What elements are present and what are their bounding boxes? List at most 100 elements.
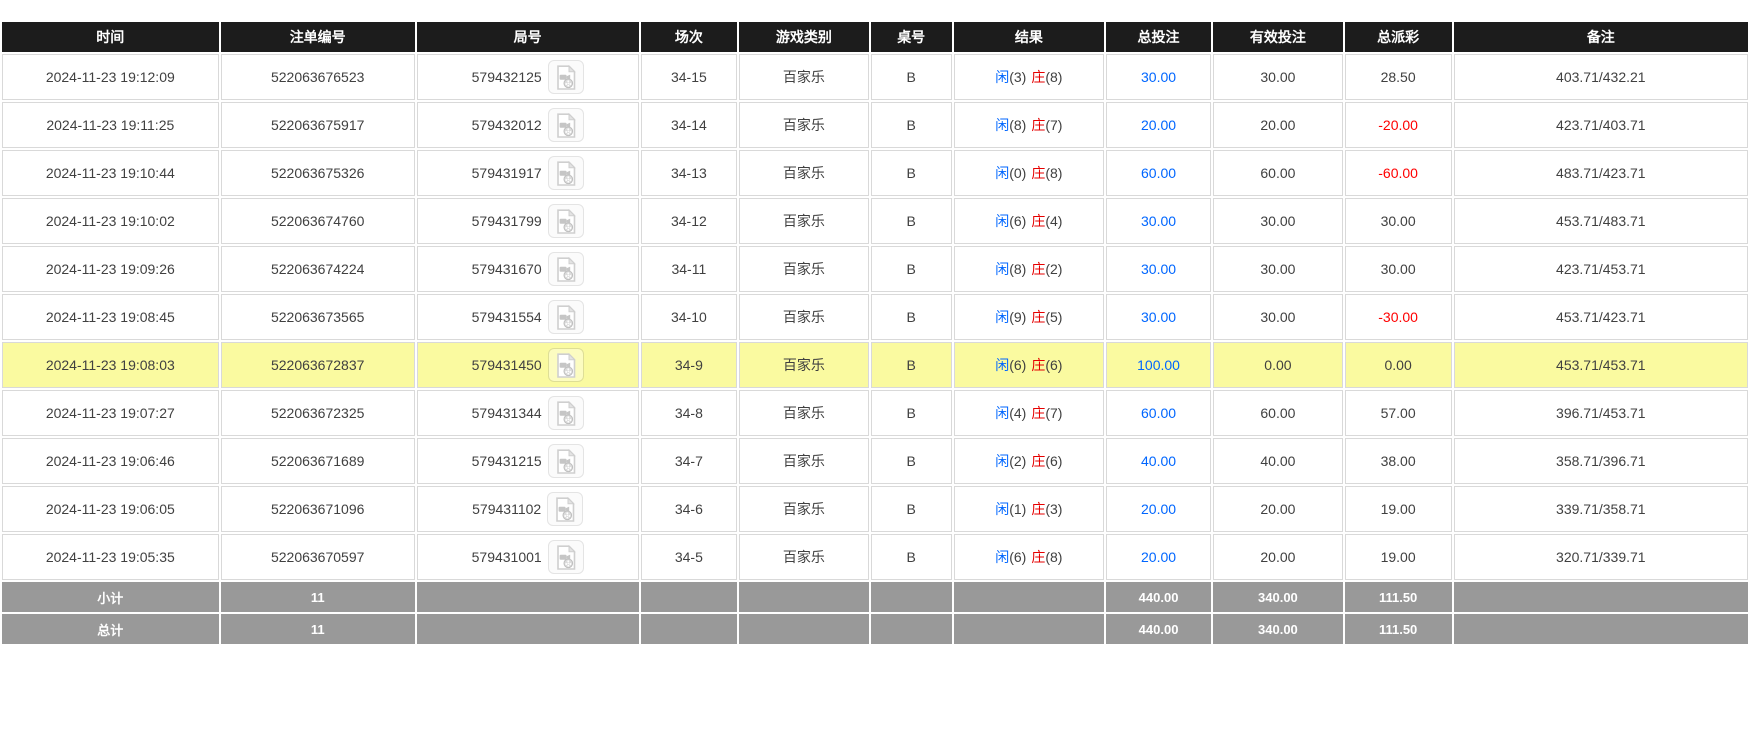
cell-remark: 423.71/453.71	[1453, 246, 1748, 292]
player-result-label: 闲	[995, 501, 1010, 517]
video-replay-button[interactable]	[547, 444, 584, 478]
video-replay-button[interactable]	[547, 300, 584, 334]
banker-result-score: (3)	[1045, 501, 1063, 517]
bet-records-page: 时间 注单编号 局号 场次 游戏类别 桌号 结果 总投注 有效投注 总派彩 备注 2024-11-2…	[0, 0, 1750, 646]
banker-result-score: (6)	[1045, 453, 1063, 469]
table-row: 2024-11-23 19:09:26 522063674224 5794316…	[2, 246, 1748, 292]
cell-session: 34-9	[640, 342, 738, 388]
cell-time: 2024-11-23 19:06:46	[2, 438, 219, 484]
cell-payout: 28.50	[1344, 54, 1452, 100]
cell-total-bet[interactable]: 20.00	[1105, 102, 1212, 148]
cell-round-id: 579432125	[416, 54, 639, 100]
cell-session: 34-14	[640, 102, 738, 148]
cell-result: 闲(9) 庄(5)	[953, 294, 1104, 340]
round-id-text: 579432125	[471, 69, 542, 85]
video-file-icon	[556, 544, 576, 570]
cell-total-bet[interactable]: 60.00	[1105, 150, 1212, 196]
summary-label: 总计	[2, 614, 219, 644]
cell-game-type: 百家乐	[739, 438, 869, 484]
video-replay-button[interactable]	[547, 396, 584, 430]
table-row: 2024-11-23 19:08:45 522063673565 5794315…	[2, 294, 1748, 340]
cell-total-bet[interactable]: 30.00	[1105, 294, 1212, 340]
banker-result-label: 庄	[1031, 69, 1046, 85]
cell-result: 闲(8) 庄(7)	[953, 102, 1104, 148]
player-result-score: (8)	[1009, 117, 1027, 133]
cell-round-id: 579431670	[416, 246, 639, 292]
banker-result-label: 庄	[1031, 501, 1046, 517]
banker-result-score: (5)	[1045, 309, 1063, 325]
cell-table-no: B	[870, 150, 952, 196]
cell-total-bet[interactable]: 60.00	[1105, 390, 1212, 436]
banker-result-label: 庄	[1031, 357, 1046, 373]
player-result-score: (1)	[1009, 501, 1027, 517]
table-row: 2024-11-23 19:08:03 522063672837 5794314…	[2, 342, 1748, 388]
cell-total-bet[interactable]: 40.00	[1105, 438, 1212, 484]
cell-session: 34-15	[640, 54, 738, 100]
cell-valid-bet: 20.00	[1213, 486, 1343, 532]
video-replay-button[interactable]	[547, 348, 584, 382]
cell-table-no: B	[870, 534, 952, 580]
cell-round-id: 579432012	[416, 102, 639, 148]
cell-table-no: B	[870, 294, 952, 340]
cell-round-id: 579431799	[416, 198, 639, 244]
video-replay-button[interactable]	[547, 252, 584, 286]
cell-total-bet[interactable]: 20.00	[1105, 534, 1212, 580]
cell-bet-id: 522063671096	[220, 486, 415, 532]
player-result-score: (6)	[1009, 549, 1027, 565]
cell-result: 闲(1) 庄(3)	[953, 486, 1104, 532]
cell-session: 34-13	[640, 150, 738, 196]
cell-remark: 453.71/453.71	[1453, 342, 1748, 388]
video-replay-button[interactable]	[547, 60, 584, 94]
banker-result-label: 庄	[1031, 165, 1046, 181]
cell-valid-bet: 0.00	[1213, 342, 1343, 388]
summary-payout: 111.50	[1344, 582, 1452, 612]
cell-bet-id: 522063670597	[220, 534, 415, 580]
cell-bet-id: 522063672837	[220, 342, 415, 388]
cell-total-bet[interactable]: 100.00	[1105, 342, 1212, 388]
banker-result-score: (6)	[1045, 357, 1063, 373]
video-file-icon	[556, 208, 576, 234]
banker-result-label: 庄	[1031, 549, 1046, 565]
cell-payout: -20.00	[1344, 102, 1452, 148]
cell-bet-id: 522063676523	[220, 54, 415, 100]
cell-time: 2024-11-23 19:11:25	[2, 102, 219, 148]
cell-bet-id: 522063674760	[220, 198, 415, 244]
table-row: 2024-11-23 19:05:35 522063670597 5794310…	[2, 534, 1748, 580]
cell-time: 2024-11-23 19:06:05	[2, 486, 219, 532]
cell-table-no: B	[870, 54, 952, 100]
banker-result-score: (2)	[1045, 261, 1063, 277]
cell-result: 闲(2) 庄(6)	[953, 438, 1104, 484]
player-result-score: (9)	[1009, 309, 1027, 325]
summary-valid-bet: 340.00	[1213, 582, 1343, 612]
cell-table-no: B	[870, 390, 952, 436]
subtotal-row: 小计 11 440.00 340.00 111.50	[2, 582, 1748, 612]
cell-remark: 423.71/403.71	[1453, 102, 1748, 148]
banker-result-label: 庄	[1031, 309, 1046, 325]
cell-valid-bet: 60.00	[1213, 390, 1343, 436]
cell-total-bet[interactable]: 30.00	[1105, 198, 1212, 244]
cell-valid-bet: 20.00	[1213, 102, 1343, 148]
video-file-icon	[556, 496, 575, 522]
video-replay-button[interactable]	[547, 156, 584, 190]
video-replay-button[interactable]	[547, 204, 584, 238]
banker-result-label: 庄	[1031, 261, 1046, 277]
cell-total-bet[interactable]: 20.00	[1105, 486, 1212, 532]
col-header-session: 场次	[640, 22, 738, 52]
table-row: 2024-11-23 19:12:09 522063676523 5794321…	[2, 54, 1748, 100]
cell-game-type: 百家乐	[739, 294, 869, 340]
video-file-icon	[556, 352, 576, 378]
player-result-label: 闲	[995, 309, 1010, 325]
video-replay-button[interactable]	[547, 540, 584, 574]
cell-total-bet[interactable]: 30.00	[1105, 54, 1212, 100]
col-header-game: 游戏类别	[739, 22, 869, 52]
cell-game-type: 百家乐	[739, 390, 869, 436]
video-replay-button[interactable]	[547, 492, 584, 526]
cell-total-bet[interactable]: 30.00	[1105, 246, 1212, 292]
video-replay-button[interactable]	[547, 108, 584, 142]
table-row: 2024-11-23 19:07:27 522063672325 5794313…	[2, 390, 1748, 436]
cell-payout: 38.00	[1344, 438, 1452, 484]
round-id-text: 579432012	[471, 117, 542, 133]
cell-bet-id: 522063673565	[220, 294, 415, 340]
banker-result-score: (8)	[1045, 69, 1063, 85]
table-header-row: 时间 注单编号 局号 场次 游戏类别 桌号 结果 总投注 有效投注 总派彩 备注	[2, 22, 1748, 52]
